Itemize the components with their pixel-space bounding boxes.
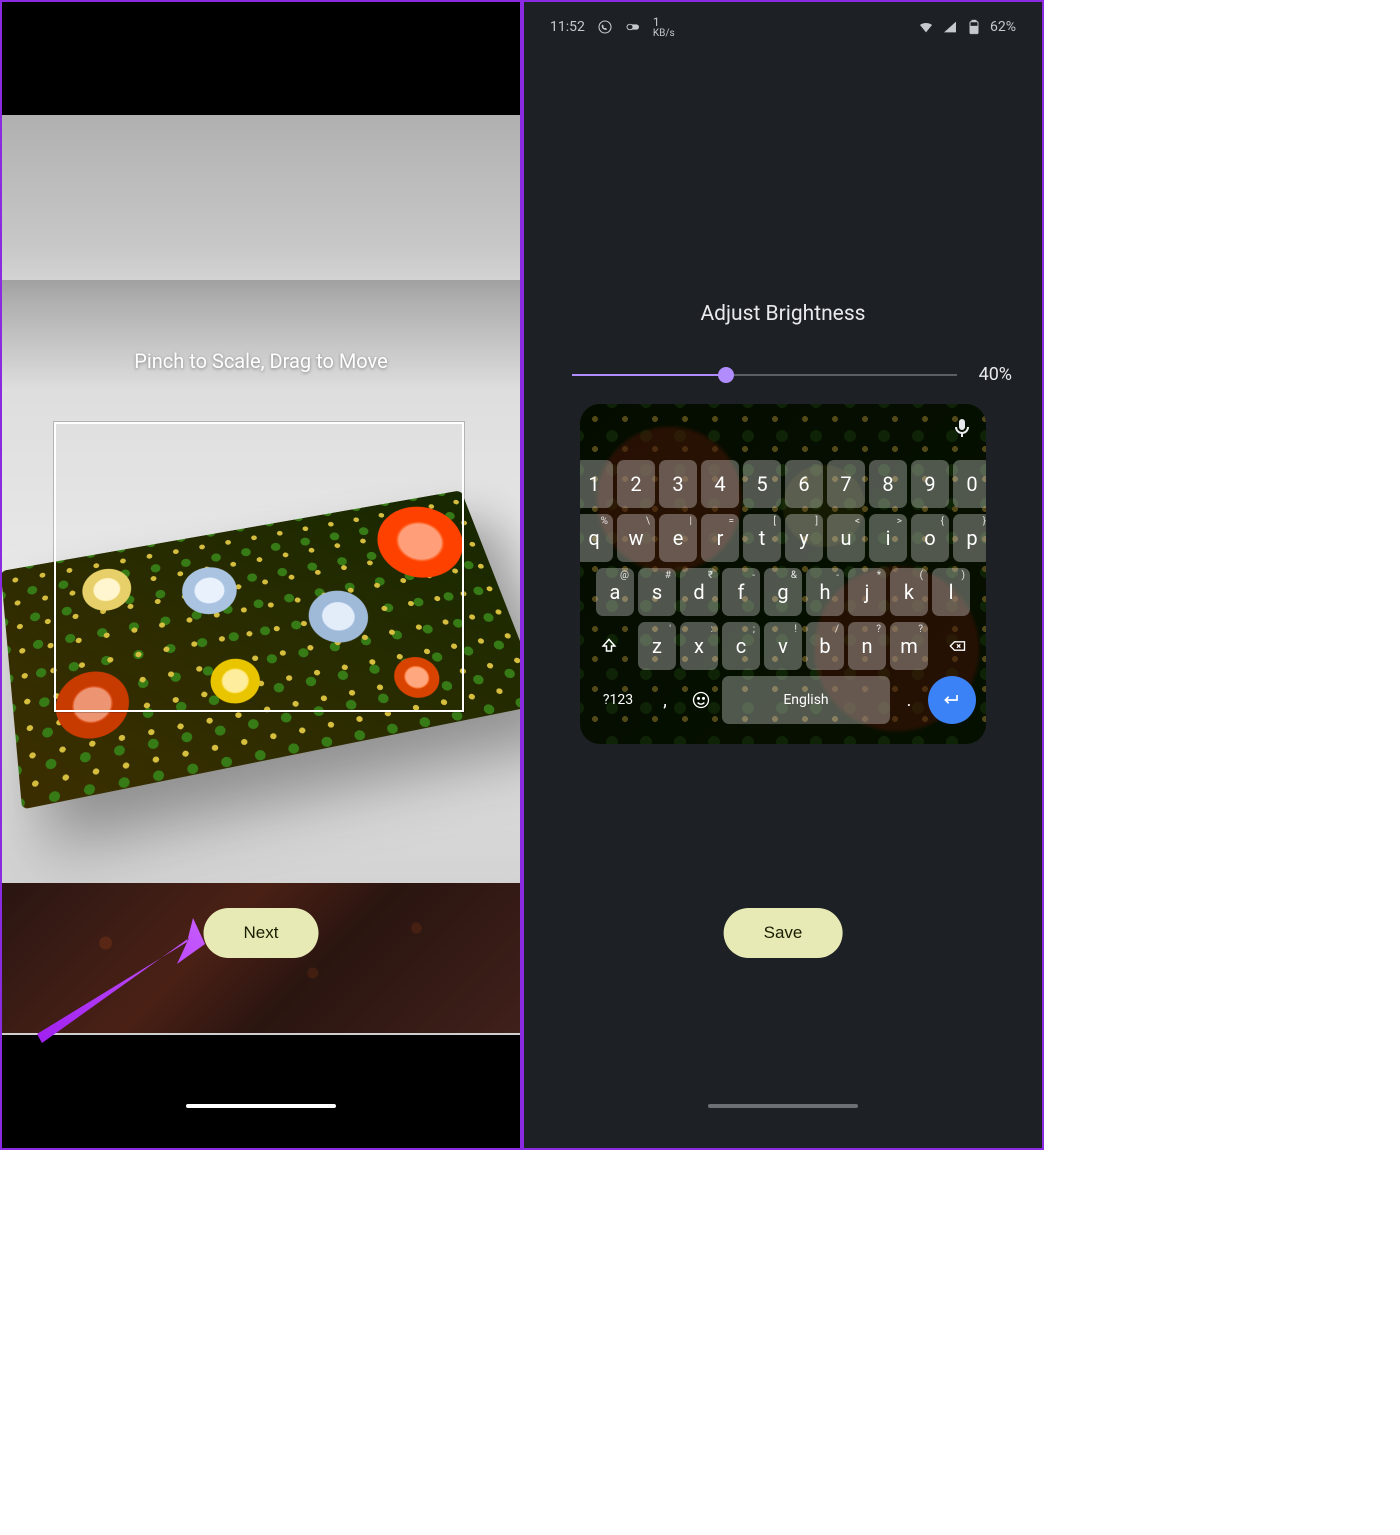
key-b[interactable]: b/ <box>806 622 844 670</box>
signal-icon <box>942 19 958 35</box>
network-speed: 1KB/s <box>653 16 675 39</box>
battery-icon <box>966 19 982 35</box>
key-e[interactable]: e| <box>659 514 697 562</box>
key-i[interactable]: i> <box>869 514 907 562</box>
screen-right-brightness: 11:52 1KB/s 62% Adjust Brightness <box>522 0 1044 1150</box>
key-n[interactable]: n? <box>848 622 886 670</box>
status-time: 11:52 <box>550 19 585 35</box>
key-h[interactable]: h- <box>806 568 844 616</box>
key-u[interactable]: u< <box>827 514 865 562</box>
key-shift[interactable] <box>584 622 634 670</box>
key-k[interactable]: k( <box>890 568 928 616</box>
keyboard-preview: 1234567890 q%w\e|r=t[y]u<i>o{p} a@s#d₹f-… <box>580 404 986 744</box>
key-0[interactable]: 0 <box>953 460 986 508</box>
key-j[interactable]: j* <box>848 568 886 616</box>
key-space[interactable]: English <box>722 676 890 724</box>
key-backspace[interactable] <box>932 622 982 670</box>
key-7[interactable]: 7 <box>827 460 865 508</box>
key-l[interactable]: l) <box>932 568 970 616</box>
mic-icon[interactable] <box>950 416 974 440</box>
key-3[interactable]: 3 <box>659 460 697 508</box>
adjust-brightness-title: Adjust Brightness <box>524 302 1042 326</box>
key-period[interactable]: . <box>894 676 924 724</box>
battery-text: 62% <box>990 19 1016 35</box>
home-indicator[interactable] <box>186 1104 336 1108</box>
key-emoji[interactable] <box>684 676 718 724</box>
key-w[interactable]: w\ <box>617 514 655 562</box>
key-c[interactable]: c; <box>722 622 760 670</box>
key-comma[interactable]: , <box>650 676 680 724</box>
key-4[interactable]: 4 <box>701 460 739 508</box>
status-bar: 11:52 1KB/s 62% <box>524 12 1042 42</box>
key-t[interactable]: t[ <box>743 514 781 562</box>
key-6[interactable]: 6 <box>785 460 823 508</box>
brightness-value: 40% <box>979 364 1012 385</box>
key-x[interactable]: x: <box>680 622 718 670</box>
photo-carpet-strip <box>2 883 520 1033</box>
key-p[interactable]: p} <box>953 514 986 562</box>
key-s[interactable]: s# <box>638 568 676 616</box>
whatsapp-icon <box>597 19 613 35</box>
key-q[interactable]: q% <box>580 514 613 562</box>
key-y[interactable]: y] <box>785 514 823 562</box>
key-m[interactable]: m? <box>890 622 928 670</box>
key-9[interactable]: 9 <box>911 460 949 508</box>
save-button[interactable]: Save <box>724 908 843 958</box>
key-d[interactable]: d₹ <box>680 568 718 616</box>
key-z[interactable]: z' <box>638 622 676 670</box>
wifi-icon <box>918 19 934 35</box>
next-button[interactable]: Next <box>204 908 319 958</box>
key-8[interactable]: 8 <box>869 460 907 508</box>
key-g[interactable]: g& <box>764 568 802 616</box>
key-symbols[interactable]: ?123 <box>590 676 646 724</box>
pill-icon <box>625 19 641 35</box>
key-v[interactable]: v! <box>764 622 802 670</box>
slider-thumb[interactable] <box>718 367 734 383</box>
key-enter[interactable] <box>928 676 976 724</box>
key-5[interactable]: 5 <box>743 460 781 508</box>
home-indicator[interactable] <box>708 1104 858 1108</box>
key-a[interactable]: a@ <box>596 568 634 616</box>
pinch-drag-hint: Pinch to Scale, Drag to Move <box>2 349 520 373</box>
crop-rectangle[interactable] <box>54 422 464 712</box>
brightness-slider[interactable] <box>572 374 957 376</box>
photo-shadow <box>2 280 520 390</box>
key-r[interactable]: r= <box>701 514 739 562</box>
key-o[interactable]: o{ <box>911 514 949 562</box>
brightness-slider-row: 40% <box>572 364 1012 385</box>
screen-left-crop: Pinch to Scale, Drag to Move Next <box>0 0 522 1150</box>
key-f[interactable]: f- <box>722 568 760 616</box>
key-2[interactable]: 2 <box>617 460 655 508</box>
key-1[interactable]: 1 <box>580 460 613 508</box>
